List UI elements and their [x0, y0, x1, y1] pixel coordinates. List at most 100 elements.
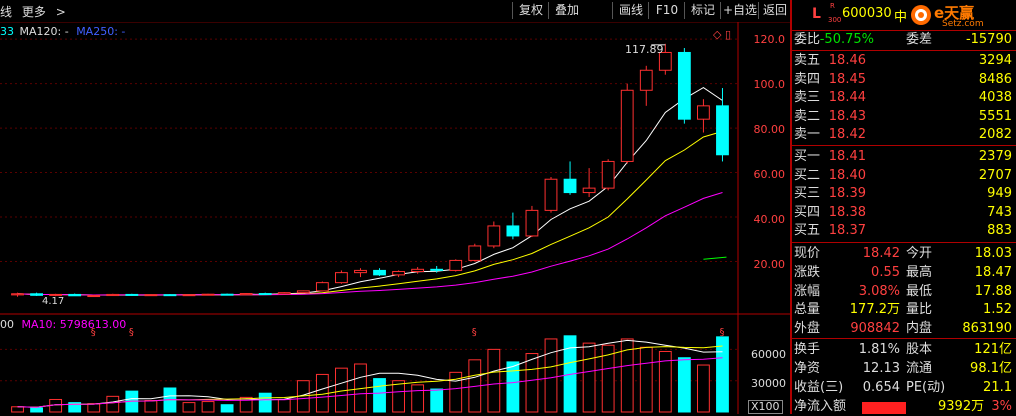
more-button[interactable]: 更多 — [22, 5, 46, 19]
bid-price: 18.41 — [828, 149, 866, 164]
volume-bar — [239, 396, 253, 413]
back-button[interactable]: 返回 — [758, 2, 791, 19]
volume-bar — [220, 404, 234, 413]
ask-label: 卖五 — [794, 53, 821, 68]
stat-row: 外盘 908842 内盘 863190 — [792, 320, 1016, 338]
event-marker-icon: § — [472, 327, 477, 338]
price-axis-100: 100.0 — [753, 78, 786, 91]
divider — [792, 145, 1016, 146]
stat-label: 现价 — [794, 246, 821, 261]
stat-label: 涨跌 — [794, 264, 821, 280]
f10-button[interactable]: F10 — [648, 2, 685, 19]
candle-body — [677, 51, 691, 120]
volume-ma-line — [17, 345, 723, 408]
candle-body — [201, 293, 215, 296]
mark-button[interactable]: 标记 — [684, 2, 721, 19]
stat-label: 最高 — [906, 264, 933, 280]
ask-label: 卖二 — [794, 108, 821, 124]
period-label[interactable]: 线 — [0, 5, 12, 19]
volume-bar — [544, 338, 558, 413]
candle-body — [30, 293, 43, 296]
stat-value: 1.52 — [983, 302, 1012, 318]
ask-price: 18.45 — [828, 71, 866, 87]
price-chart[interactable]: § § § § — [0, 22, 790, 414]
bid-label: 买一 — [794, 149, 821, 164]
net-inflow-value: 9392万 — [938, 399, 985, 414]
ma60-line — [703, 256, 727, 260]
volume-bar — [11, 406, 24, 413]
volume-bar — [506, 361, 520, 413]
add-watchlist-button[interactable]: +自选 — [720, 2, 759, 19]
stat-value: 17.88 — [974, 283, 1012, 299]
stat-value: 12.13 — [862, 360, 900, 376]
candle-body — [68, 293, 82, 297]
volume-bar — [639, 346, 653, 413]
bid-volume: 949 — [987, 186, 1012, 202]
chart-toolbar: 线 更多 > 复权 叠加 画线 F10 标记 +自选 返回 — [0, 0, 790, 23]
bid-label: 买五 — [794, 223, 821, 239]
price-axis-40: 40.00 — [753, 213, 786, 226]
price-axis-120: 120.0 — [753, 33, 786, 46]
moving-average-lines — [17, 87, 727, 296]
ask-row: 卖五 18.46 3294 — [792, 52, 1016, 70]
candle-body — [506, 225, 520, 237]
candle-body — [258, 293, 272, 296]
volume-legend: 00 MA10: 5798613.00 — [0, 318, 126, 331]
ask-label: 卖四 — [794, 71, 821, 87]
candle-body — [582, 187, 596, 194]
ask-price: 18.46 — [828, 53, 866, 68]
stat-label: PE(动) — [906, 379, 946, 395]
stat-label: 净资 — [794, 360, 821, 376]
candle-body — [144, 294, 158, 297]
ask-row: 卖四 18.45 8486 — [792, 71, 1016, 89]
overlay-button[interactable]: 叠加 — [548, 2, 585, 19]
stat-row: 收益(三) 0.654 PE(动) 21.1 — [792, 379, 1016, 397]
bid-price: 18.37 — [828, 223, 866, 239]
weicha-label: 委差 — [906, 32, 933, 47]
stat-row: 总量 177.2万 量比 1.52 — [792, 301, 1016, 319]
ask-volume: 8486 — [978, 71, 1012, 87]
divider — [792, 242, 1016, 243]
stat-value: 177.2万 — [849, 302, 900, 318]
stat-value: 18.47 — [974, 264, 1012, 280]
volume-bar — [697, 364, 710, 413]
stat-label: 收益(三) — [794, 379, 844, 395]
quote-header: L R 300 600030 中 e天赢 Setz.com — [792, 0, 1016, 31]
candle-body — [697, 105, 710, 120]
stat-value: 121亿 — [974, 342, 1012, 357]
volume-bar — [525, 353, 539, 413]
bid-label: 买四 — [794, 204, 821, 220]
volume-bar — [373, 378, 386, 413]
stat-label: 内盘 — [906, 321, 933, 337]
stat-label: 流通 — [906, 360, 933, 376]
ma-line — [17, 130, 723, 296]
stat-row: 换手 1.81% 股本 121亿 — [792, 341, 1016, 359]
bid-volume: 2379 — [978, 149, 1012, 164]
index-sub-bottom: 300 — [828, 16, 842, 24]
stat-row: 现价 18.42 今开 18.03 — [792, 245, 1016, 263]
candle-body — [373, 269, 386, 276]
volume-unit: X100 — [748, 400, 783, 414]
net-inflow-bar — [862, 402, 906, 414]
event-marker-icon: § — [129, 327, 134, 338]
volume-ma-lines — [17, 339, 723, 408]
ask-label: 卖一 — [794, 127, 821, 143]
chart-options-icon[interactable]: ◇ ▯ — [713, 28, 731, 41]
volume-bar — [87, 403, 101, 413]
stat-value: 0.654 — [862, 379, 900, 395]
divider — [792, 338, 1016, 339]
more-arrow-icon[interactable]: > — [56, 5, 66, 19]
stat-label: 涨幅 — [794, 283, 821, 299]
bid-row: 买二 18.40 2707 — [792, 167, 1016, 185]
candle-body — [106, 293, 120, 297]
stat-label: 外盘 — [794, 321, 821, 337]
stat-label: 股本 — [906, 342, 933, 357]
volume-bar — [144, 400, 158, 413]
adjust-button[interactable]: 复权 — [512, 2, 549, 19]
stat-value: 863190 — [962, 321, 1012, 337]
event-marker-icon: § — [719, 327, 724, 338]
candle-body — [620, 89, 634, 162]
net-inflow-pct: 3% — [991, 399, 1012, 414]
candle-body — [354, 269, 367, 274]
draw-button[interactable]: 画线 — [612, 2, 649, 19]
